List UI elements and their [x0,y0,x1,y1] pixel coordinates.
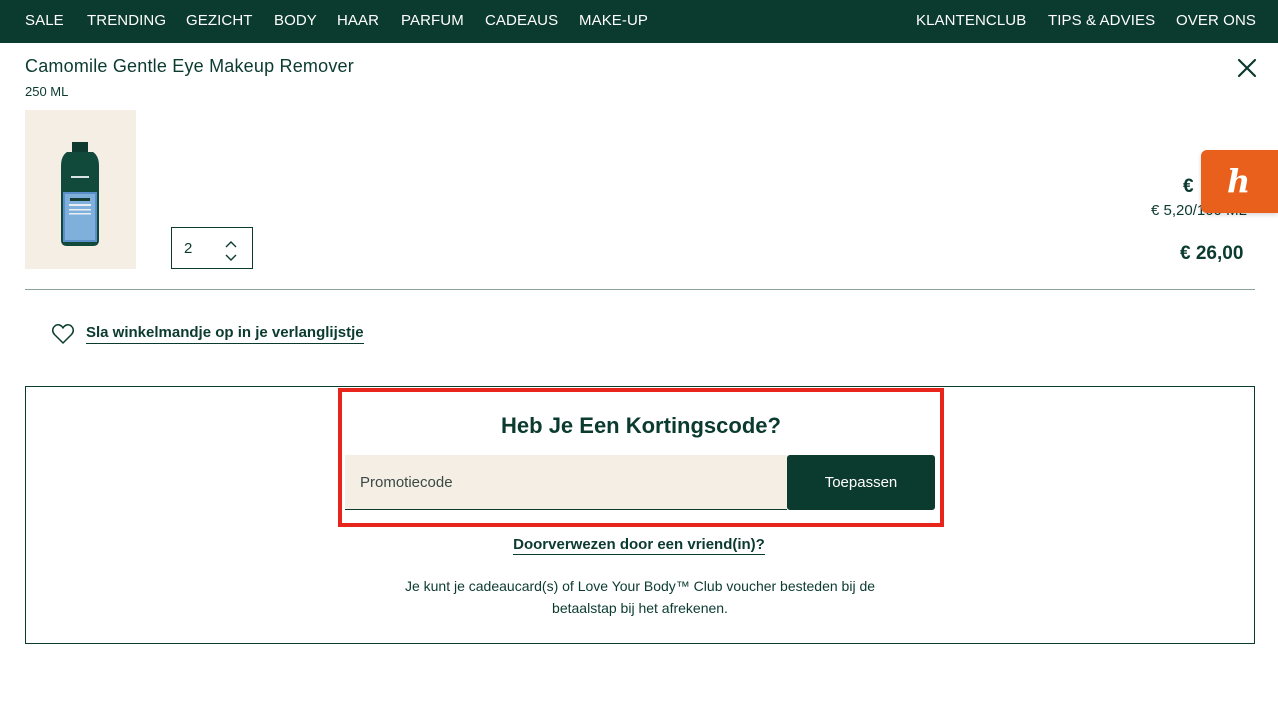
nav-item-gezicht[interactable]: GEZICHT [186,12,253,29]
quantity-value[interactable]: 2 [184,240,192,257]
chevron-up-icon[interactable] [224,236,238,248]
product-image[interactable] [25,110,136,269]
nav-item-klantenclub[interactable]: KLANTENCLUB [916,12,1026,29]
nav-item-parfum[interactable]: PARFUM [401,12,464,29]
nav-item-make-up[interactable]: MAKE-UP [579,12,648,29]
unit-price: € [1183,176,1194,197]
promo-heading: Heb Je Een Kortingscode? [501,413,781,438]
divider [25,289,1255,290]
nav-item-tips-advies[interactable]: TIPS & ADVIES [1048,12,1155,29]
nav-item-over-ons[interactable]: OVER ONS [1176,12,1256,29]
product-title[interactable]: Camomile Gentle Eye Makeup Remover [25,56,354,77]
nav-item-sale[interactable]: SALE [25,12,64,29]
wishlist-label[interactable]: Sla winkelmandje op in je verlanglijstje [86,324,364,344]
heart-icon [51,322,75,346]
product-size: 250 ML [25,84,69,99]
total-price: € 26,00 [1180,243,1244,264]
nav-item-haar[interactable]: HAAR [337,12,379,29]
referral-link[interactable]: Doorverwezen door een vriend(in)? [338,536,940,555]
chevron-down-icon[interactable] [224,250,238,261]
referral-link-label[interactable]: Doorverwezen door een vriend(in)? [513,536,765,555]
product-bottle-image [61,142,99,246]
nav-item-trending[interactable]: TRENDING [87,12,166,29]
promo-code-input[interactable] [345,455,787,510]
quantity-stepper[interactable]: 2 [171,227,253,269]
honey-logo-glyph: h [1227,162,1251,200]
giftcard-note: Je kunt je cadeaucard(s) of Love Your Bo… [404,578,876,616]
honey-extension-icon[interactable]: h [1201,150,1278,213]
close-icon[interactable] [1236,57,1258,79]
nav-item-body[interactable]: BODY [274,12,317,29]
nav-item-cadeaus[interactable]: CADEAUS [485,12,558,29]
apply-promo-button[interactable]: Toepassen [787,455,935,510]
top-navigation: SALE TRENDING GEZICHT BODY HAAR PARFUM C… [0,0,1278,43]
